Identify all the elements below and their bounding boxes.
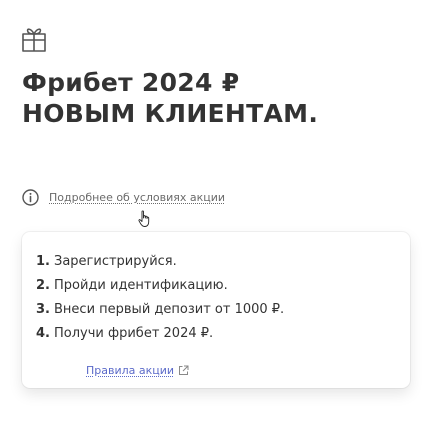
headline-line-1: Фрибет 2024 ₽ <box>22 68 240 97</box>
promo-conditions-popup: 1. Зарегистрируйся. 2. Пройди идентифика… <box>22 232 410 388</box>
step-number: 3. <box>36 302 50 317</box>
promo-details-row: Подробнее об условиях акции <box>22 186 225 208</box>
list-item: 1. Зарегистрируйся. <box>36 250 410 274</box>
rules-link[interactable]: Правила акции <box>86 364 174 377</box>
step-text: Пройди идентификацию. <box>54 278 228 293</box>
list-item: 3. Внеси первый депозит от 1000 ₽. <box>36 298 410 322</box>
step-text: Внеси первый депозит от 1000 ₽. <box>54 302 285 317</box>
list-item: 4. Получи фрибет 2024 ₽. <box>36 322 410 346</box>
step-text: Зарегистрируйся. <box>54 254 177 269</box>
headline: Фрибет 2024 ₽ НОВЫМ КЛИЕНТАМ. <box>22 67 318 129</box>
rules-row: Правила акции <box>86 364 189 377</box>
step-text: Получи фрибет 2024 ₽. <box>54 326 214 341</box>
promo-details-link[interactable]: Подробнее об условиях акции <box>49 191 225 204</box>
info-icon <box>22 188 39 206</box>
headline-line-2: НОВЫМ КЛИЕНТАМ. <box>22 99 319 128</box>
promo-steps-list: 1. Зарегистрируйся. 2. Пройди идентифика… <box>22 232 410 346</box>
external-link-icon[interactable] <box>178 365 189 376</box>
gift-icon <box>22 28 46 52</box>
step-number: 4. <box>36 326 50 341</box>
list-item: 2. Пройди идентификацию. <box>36 274 410 298</box>
step-number: 1. <box>36 254 50 269</box>
hand-pointer-icon <box>138 210 150 227</box>
step-number: 2. <box>36 278 50 293</box>
